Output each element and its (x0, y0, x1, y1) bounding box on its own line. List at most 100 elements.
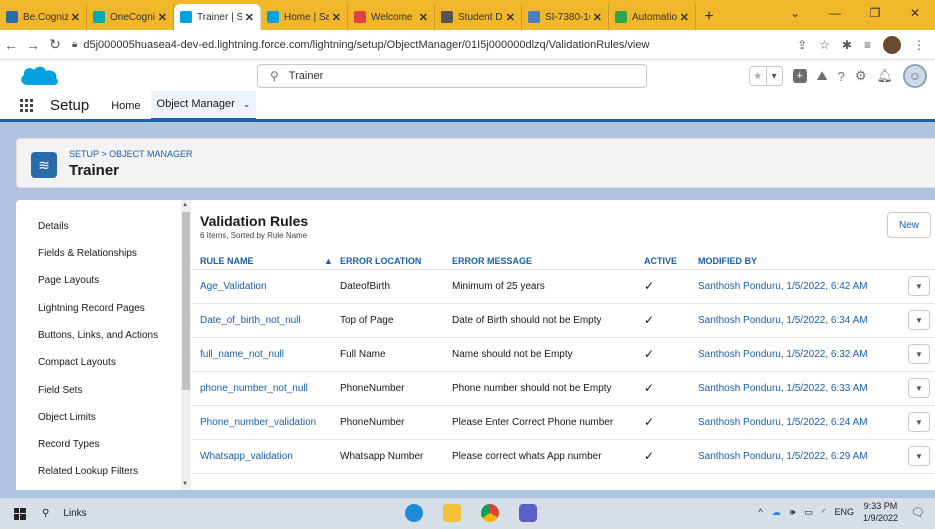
modified-by-user-link[interactable]: Santhosh Ponduru (698, 383, 781, 394)
browser-menu-icon[interactable]: ⋮ (913, 38, 925, 52)
reload-icon[interactable]: ↻ (44, 36, 66, 53)
volume-icon[interactable]: 🕪︎ (790, 507, 796, 518)
tab-close-icon[interactable]: ✕ (332, 11, 341, 24)
maximize-icon[interactable]: ❐ (855, 0, 895, 26)
column-error-message[interactable]: ERROR MESSAGE (452, 256, 532, 266)
tray-expand-icon[interactable]: ^ (759, 507, 763, 517)
browser-tab[interactable]: Trainer | Sal✕ (174, 4, 261, 30)
column-active[interactable]: ACTIVE (644, 256, 677, 266)
setup-gear-icon[interactable]: ⚙ (855, 68, 867, 84)
modified-by-user-link[interactable]: Santhosh Ponduru (698, 349, 781, 360)
sidebar-item[interactable]: Buttons, Links, and Actions (38, 330, 158, 341)
row-actions-button[interactable]: ▼ (908, 276, 930, 296)
row-actions-button[interactable]: ▼ (908, 412, 930, 432)
rule-name-link[interactable]: phone_number_not_null (200, 383, 308, 394)
nav-object-manager[interactable]: Object Manager ⌄ (150, 90, 257, 121)
sidebar-scrollbar[interactable]: ▲ ▼ (181, 200, 191, 490)
minimize-icon[interactable]: — (815, 0, 855, 26)
battery-icon[interactable]: ▭ (804, 507, 813, 518)
wifi-icon[interactable]: ◜ (822, 507, 826, 518)
scroll-down-icon[interactable]: ▼ (182, 481, 188, 487)
sidebar-item[interactable]: Related Lookup Filters (38, 466, 138, 477)
nav-home[interactable]: Home (105, 92, 146, 119)
tab-close-icon[interactable]: ✕ (593, 11, 602, 24)
url-field[interactable]: 🔒︎ d5j000005huasea4-dev-ed.lightning.for… (72, 34, 797, 56)
sidebar-item[interactable]: Record Types (38, 439, 100, 450)
tab-close-icon[interactable]: ✕ (71, 11, 80, 24)
tab-search-icon[interactable]: ⌄ (775, 0, 815, 26)
rule-name-link[interactable]: Age_Validation (200, 281, 267, 292)
favorites-list-icon[interactable]: ▾ (765, 67, 782, 85)
profile-avatar[interactable] (883, 35, 901, 54)
chevron-down-icon[interactable]: ⌄ (243, 99, 251, 110)
sidebar-item[interactable]: Page Layouts (38, 275, 99, 286)
app-launcher-icon[interactable] (20, 99, 34, 112)
back-icon[interactable]: ← (0, 37, 22, 53)
sidebar-item[interactable]: Compact Layouts (38, 357, 116, 368)
help-icon[interactable]: ? (838, 69, 845, 84)
tab-close-icon[interactable]: ✕ (245, 11, 254, 24)
sidebar-item[interactable]: Details (38, 221, 69, 232)
global-actions-icon[interactable]: + (792, 69, 807, 83)
browser-tab[interactable]: Welcome t ✕ (348, 4, 435, 30)
close-window-icon[interactable]: ✕ (895, 0, 935, 26)
reading-list-icon[interactable]: ≡ (864, 38, 871, 52)
edge-icon[interactable] (405, 504, 423, 522)
browser-tab[interactable]: Home | Sale✕ (261, 4, 348, 30)
sidebar-item[interactable]: Field Sets (38, 385, 82, 396)
global-search-input[interactable]: ⚲ Trainer (257, 64, 647, 88)
row-actions-button[interactable]: ▼ (908, 378, 930, 398)
share-icon[interactable]: ⇪ (797, 38, 807, 52)
column-rule-name[interactable]: RULE NAME (200, 256, 254, 266)
modified-by-user-link[interactable]: Santhosh Ponduru (698, 315, 781, 326)
favorites-star-icon[interactable]: ★ (750, 67, 766, 85)
tab-close-icon[interactable]: ✕ (680, 11, 689, 24)
rule-name-link[interactable]: Date_of_birth_not_null (200, 315, 301, 326)
row-actions-button[interactable]: ▼ (908, 310, 930, 330)
rule-name-link[interactable]: full_name_not_null (200, 349, 284, 360)
sidebar-item[interactable]: Fields & Relationships (38, 248, 137, 259)
tab-close-icon[interactable]: ✕ (158, 11, 167, 24)
trailhead-icon[interactable]: ⛰ (817, 68, 828, 84)
sort-ascending-icon[interactable]: ▲ (324, 256, 333, 266)
scroll-up-icon[interactable]: ▲ (182, 202, 188, 208)
browser-tab[interactable]: Student Da✕ (435, 4, 522, 30)
modified-by-user-link[interactable]: Santhosh Ponduru (698, 451, 781, 462)
notifications-bell-icon[interactable]: 🔔︎ (876, 68, 893, 84)
browser-tab[interactable]: OneCognizan✕ (87, 4, 174, 30)
tab-close-icon[interactable]: ✕ (506, 11, 515, 24)
rule-name-link[interactable]: Phone_number_validation (200, 417, 316, 428)
chrome-icon[interactable] (481, 504, 499, 522)
taskbar-search[interactable]: ⚲ Links (42, 508, 87, 519)
new-rule-button[interactable]: New (887, 212, 931, 238)
favorites-button[interactable]: ★ ▾ (748, 66, 783, 86)
column-error-location[interactable]: ERROR LOCATION (340, 256, 421, 266)
scrollbar-thumb[interactable] (182, 212, 190, 390)
file-explorer-icon[interactable] (443, 504, 461, 522)
salesforce-logo[interactable] (18, 65, 60, 87)
new-tab-icon[interactable]: + (696, 4, 722, 30)
onedrive-icon[interactable]: ☁ (772, 507, 781, 518)
browser-tab[interactable]: Be.Cognizan✕ (0, 4, 87, 30)
language-indicator[interactable]: ENG (834, 507, 854, 517)
tab-close-icon[interactable]: ✕ (419, 11, 428, 24)
extensions-icon[interactable]: ✱ (842, 38, 852, 52)
row-actions-button[interactable]: ▼ (908, 344, 930, 364)
windows-start-icon[interactable] (0, 507, 40, 520)
browser-tab[interactable]: Automatio ✕ (609, 4, 696, 30)
modified-by-user-link[interactable]: Santhosh Ponduru (698, 417, 781, 428)
notification-center-icon[interactable]: 🗨︎ (911, 506, 925, 519)
teams-icon[interactable] (519, 504, 537, 522)
bookmark-star-icon[interactable]: ☆ (819, 38, 830, 52)
modified-by-user-link[interactable]: Santhosh Ponduru (698, 281, 781, 292)
breadcrumb[interactable]: SETUP > OBJECT MANAGER (69, 149, 192, 159)
clock[interactable]: 9:33 PM 1/9/2022 (863, 500, 898, 524)
sidebar-item[interactable]: Object Limits (38, 412, 96, 423)
user-avatar[interactable]: ☺ (903, 64, 927, 88)
rule-name-link[interactable]: Whatsapp_validation (200, 451, 293, 462)
forward-icon[interactable]: → (22, 37, 44, 53)
row-actions-button[interactable]: ▼ (908, 446, 930, 466)
browser-tab[interactable]: SI-7380-16 ✕ (522, 4, 609, 30)
sidebar-item[interactable]: Lightning Record Pages (38, 303, 145, 314)
column-modified-by[interactable]: MODIFIED BY (698, 256, 757, 266)
